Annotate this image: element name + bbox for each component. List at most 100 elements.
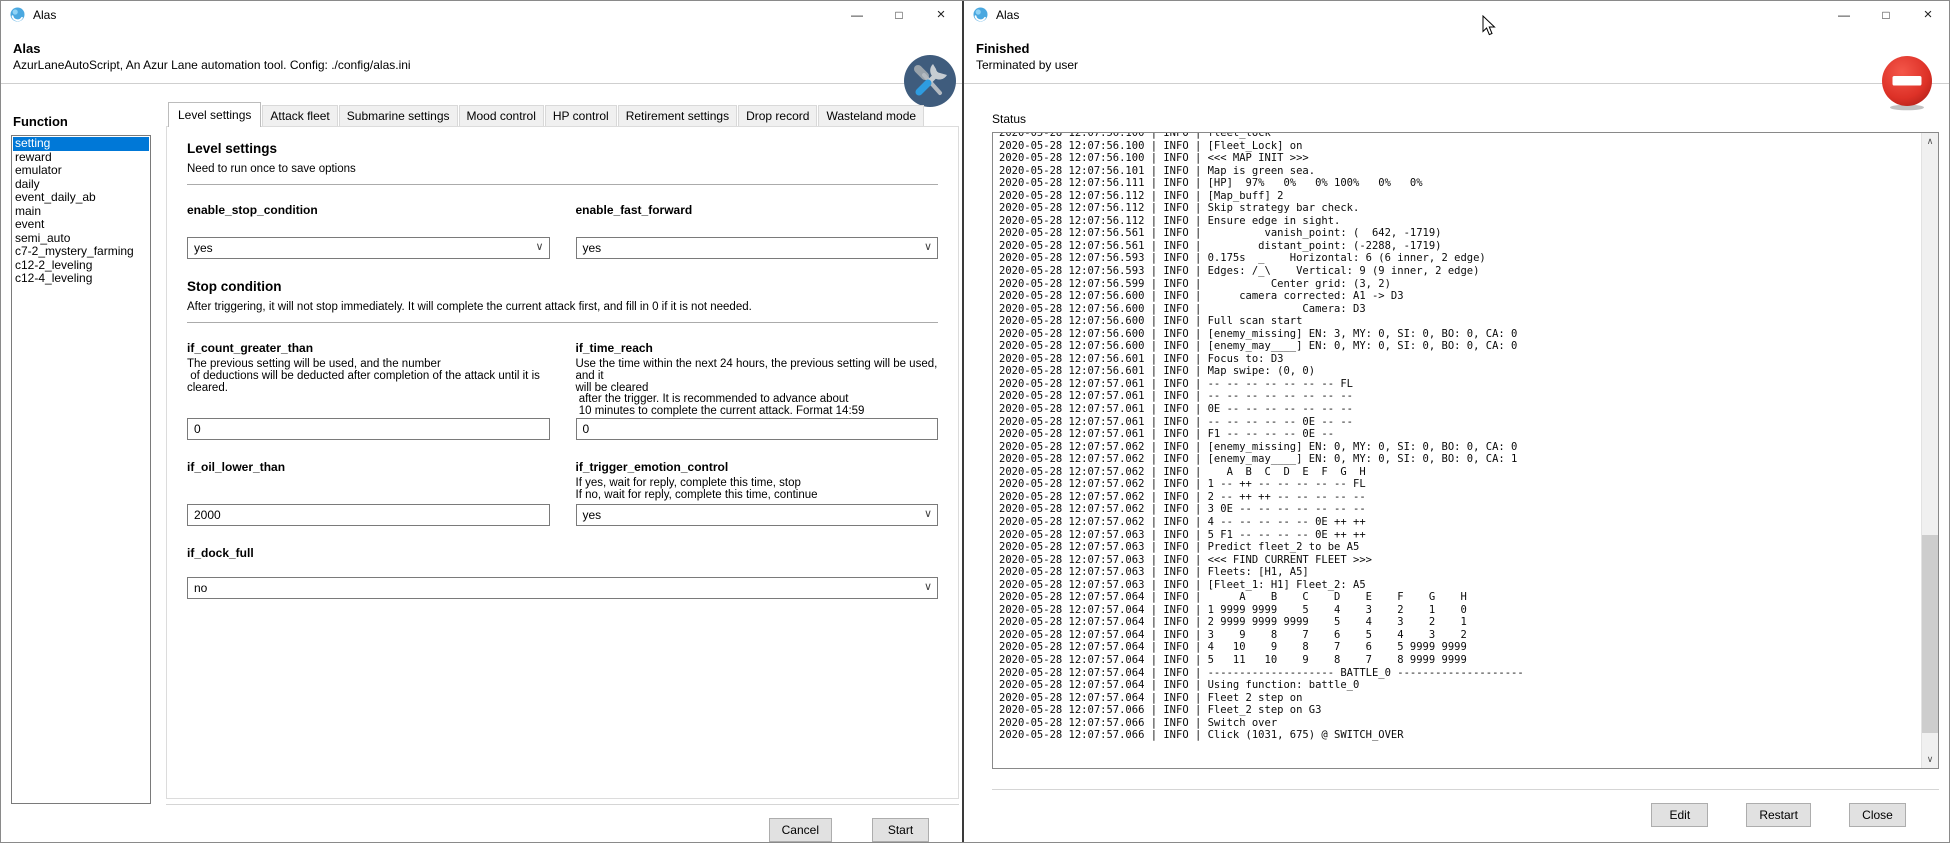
minimize-button[interactable]: — xyxy=(1823,1,1865,28)
form-field: if_oil_lower_than 2000 xyxy=(187,460,550,526)
alas-logo-icon xyxy=(10,7,25,22)
log-line: 2020-05-28 12:07:56.561 | INFO | distant… xyxy=(999,240,1921,253)
field-control[interactable]: 0 xyxy=(187,418,550,440)
field-value: yes xyxy=(583,508,602,522)
field-control[interactable]: 2000 xyxy=(187,504,550,526)
log-line: 2020-05-28 12:07:57.061 | INFO | F1 -- -… xyxy=(999,428,1921,441)
form-row: if_oil_lower_than 2000 xyxy=(187,460,938,526)
tab[interactable]: Retirement settings xyxy=(618,105,737,126)
screen: Alas — □ × Alas AzurLaneAutoScript, An A… xyxy=(0,0,1950,843)
log-line: 2020-05-28 12:07:57.062 | INFO | A B C D… xyxy=(999,466,1921,479)
alas-config-window: Alas — □ × Alas AzurLaneAutoScript, An A… xyxy=(1,1,964,842)
field-label: if_trigger_emotion_control xyxy=(576,460,939,474)
log-line: 2020-05-28 12:07:57.062 | INFO | 2 -- ++… xyxy=(999,491,1921,504)
log-scrollbar[interactable]: ∧ ∨ xyxy=(1921,133,1938,768)
scrollbar-track[interactable] xyxy=(1922,150,1938,751)
function-list-item[interactable]: reward xyxy=(13,151,149,165)
function-list-item[interactable]: main xyxy=(13,205,149,219)
section-title: Level settings xyxy=(187,141,938,156)
field-control[interactable]: yes ∨ xyxy=(187,237,550,259)
close-button[interactable]: × xyxy=(920,1,962,28)
field-description-line: If no, wait for reply, complete this tim… xyxy=(576,490,939,502)
function-list-item[interactable]: event xyxy=(13,218,149,232)
log-line: 2020-05-28 12:07:56.599 | INFO | Center … xyxy=(999,278,1921,291)
right-button-bar: Edit Restart Close xyxy=(992,789,1939,827)
log-line: 2020-05-28 12:07:57.061 | INFO | -- -- -… xyxy=(999,378,1921,391)
tab[interactable]: Attack fleet xyxy=(262,105,337,126)
log-line: 2020-05-28 12:07:57.063 | INFO | 5 F1 --… xyxy=(999,529,1921,542)
log-line: 2020-05-28 12:07:57.062 | INFO | [enemy_… xyxy=(999,441,1921,454)
divider xyxy=(187,322,938,323)
maximize-button[interactable]: □ xyxy=(878,1,920,28)
stop-icon xyxy=(1881,55,1933,111)
left-header: Alas AzurLaneAutoScript, An Azur Lane au… xyxy=(1,28,962,84)
tab[interactable]: Wasteland mode xyxy=(818,105,924,126)
scrollbar-thumb[interactable] xyxy=(1922,535,1938,733)
log-line: 2020-05-28 12:07:56.600 | INFO | Full sc… xyxy=(999,315,1921,328)
tab[interactable]: Drop record xyxy=(738,105,817,126)
log-line: 2020-05-28 12:07:57.066 | INFO | Click (… xyxy=(999,729,1921,742)
field-value: 2000 xyxy=(194,508,221,522)
start-button[interactable]: Start xyxy=(872,818,929,842)
page-subtitle: AzurLaneAutoScript, An Azur Lane automat… xyxy=(13,58,892,73)
field-label: enable_stop_condition xyxy=(187,203,550,217)
log-output[interactable]: 2020-05-28 12:07:56.100 | INFO | fleet_l… xyxy=(992,132,1939,769)
field-value: yes xyxy=(194,241,213,255)
field-label: enable_fast_forward xyxy=(576,203,939,217)
tab-panel-level-settings: Level settings Need to run once to save … xyxy=(166,126,959,799)
close-window-button[interactable]: Close xyxy=(1849,803,1906,827)
log-line: 2020-05-28 12:07:57.064 | INFO | 4 10 9 … xyxy=(999,641,1921,654)
close-button[interactable]: × xyxy=(1907,1,1949,28)
log-line: 2020-05-28 12:07:57.062 | INFO | 3 0E --… xyxy=(999,503,1921,516)
log-line: 2020-05-28 12:07:57.062 | INFO | [enemy_… xyxy=(999,453,1921,466)
left-titlebar-controls: — □ × xyxy=(836,1,962,28)
tab[interactable]: HP control xyxy=(545,105,617,126)
scroll-down-icon[interactable]: ∨ xyxy=(1922,751,1938,768)
field-description: Use the time within the next 24 hours, t… xyxy=(576,359,939,418)
cancel-button[interactable]: Cancel xyxy=(769,818,832,842)
field-control[interactable]: yes ∨ xyxy=(576,237,939,259)
alas-log-window: Alas — □ × Finished Terminated by user xyxy=(964,1,1949,842)
log-line: 2020-05-28 12:07:57.062 | INFO | 4 -- --… xyxy=(999,516,1921,529)
function-list-item[interactable]: semi_auto xyxy=(13,232,149,246)
log-line: 2020-05-28 12:07:57.063 | INFO | [Fleet_… xyxy=(999,579,1921,592)
tab[interactable]: Mood control xyxy=(459,105,544,126)
chevron-down-icon: ∨ xyxy=(924,507,932,520)
tab[interactable]: Level settings xyxy=(168,102,261,127)
form-row: if_count_greater_than The previous setti… xyxy=(187,341,938,440)
log-line: 2020-05-28 12:07:57.064 | INFO | -------… xyxy=(999,667,1921,680)
field-description-line: Use the time within the next 24 hours, t… xyxy=(576,359,939,383)
function-list-item[interactable]: daily xyxy=(13,178,149,192)
field-description: If yes, wait for reply, complete this ti… xyxy=(576,478,939,502)
log-line: 2020-05-28 12:07:56.601 | INFO | Focus t… xyxy=(999,353,1921,366)
maximize-button[interactable]: □ xyxy=(1865,1,1907,28)
field-control[interactable]: yes ∨ xyxy=(576,504,939,526)
tab[interactable]: Submarine settings xyxy=(339,105,458,126)
function-list-item[interactable]: c12-2_leveling xyxy=(13,259,149,273)
minimize-button[interactable]: — xyxy=(836,1,878,28)
function-list-item[interactable]: emulator xyxy=(13,164,149,178)
log-line: 2020-05-28 12:07:56.100 | INFO | <<< MAP… xyxy=(999,152,1921,165)
field-control[interactable]: 0 xyxy=(576,418,939,440)
function-list-item[interactable]: c7-2_mystery_farming xyxy=(13,245,149,259)
right-titlebar: Alas — □ × xyxy=(964,1,1949,28)
chevron-down-icon: ∨ xyxy=(535,240,543,253)
log-line: 2020-05-28 12:07:57.063 | INFO | Fleets:… xyxy=(999,566,1921,579)
field-control[interactable]: no ∨ xyxy=(187,577,938,599)
log-line: 2020-05-28 12:07:57.064 | INFO | Using f… xyxy=(999,679,1921,692)
log-line: 2020-05-28 12:07:56.112 | INFO | Skip st… xyxy=(999,202,1921,215)
scroll-up-icon[interactable]: ∧ xyxy=(1922,133,1938,150)
sidebar: Function settingrewardemulatordailyevent… xyxy=(1,84,159,842)
log-line: 2020-05-28 12:07:57.061 | INFO | -- -- -… xyxy=(999,390,1921,403)
function-list[interactable]: settingrewardemulatordailyevent_daily_ab… xyxy=(11,135,151,804)
edit-button[interactable]: Edit xyxy=(1651,803,1708,827)
function-list-item[interactable]: c12-4_leveling xyxy=(13,272,149,286)
field-value: 0 xyxy=(583,422,590,436)
form-row: if_dock_full no ∨ xyxy=(187,546,938,599)
function-list-item[interactable]: event_daily_ab xyxy=(13,191,149,205)
left-button-bar: Cancel Start xyxy=(166,804,959,842)
field-label: if_dock_full xyxy=(187,546,938,560)
field-description-line: If yes, wait for reply, complete this ti… xyxy=(576,478,939,490)
restart-button[interactable]: Restart xyxy=(1746,803,1811,827)
function-list-item[interactable]: setting xyxy=(13,137,149,151)
